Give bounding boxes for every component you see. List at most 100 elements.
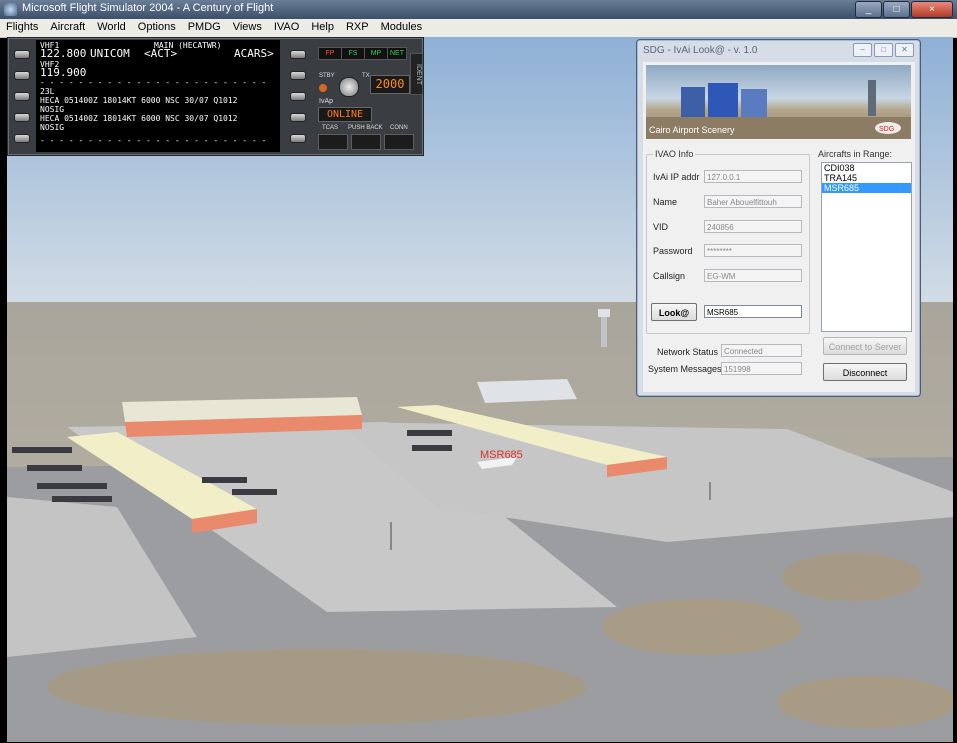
menu-options[interactable]: Options [132, 19, 182, 37]
ip-field[interactable]: 127.0.0.1 [704, 170, 802, 183]
vhf2-frequency: 119.900 [40, 66, 87, 79]
gate-bridge [37, 483, 107, 489]
ident-button[interactable]: IDENT [410, 53, 423, 95]
sand-patch-2 [602, 599, 802, 655]
connect-server-button[interactable]: Connect to Server [823, 337, 907, 355]
menu-aircraft[interactable]: Aircraft [44, 19, 91, 37]
metar-line-1: HECA 051400Z 18014KT 6000 NSC 30/07 Q101… [40, 96, 238, 105]
minimize-button[interactable]: _ [855, 1, 882, 18]
aircraft-list[interactable]: CDI038 TRA145 MSR685 [821, 162, 912, 332]
menu-modules[interactable]: Modules [375, 19, 429, 37]
pushback-label: PUSH BACK [348, 125, 383, 131]
dialog-minimize-button[interactable]: – [853, 43, 872, 57]
vid-label: VID [653, 222, 669, 232]
gate-bridge [232, 489, 277, 495]
banner-caption: Cairo Airport Scenery [649, 125, 735, 135]
line-select-key-r5[interactable] [290, 134, 306, 143]
menu-ivao[interactable]: IVAO [268, 19, 305, 37]
stby-led [319, 84, 327, 92]
aircraft-list-item[interactable]: TRA145 [822, 173, 911, 183]
separator: - - - - - - - - - - - - - - - - - - - - … [40, 136, 267, 145]
online-status: ONLINE [318, 107, 372, 122]
system-messages-label: System Messages [648, 364, 722, 374]
mp-indicator[interactable]: MP [364, 47, 388, 60]
menu-rxp[interactable]: RXP [340, 19, 375, 37]
banner-logo-text: SDG [879, 126, 894, 133]
look-callsign-field[interactable]: MSR685 [704, 305, 802, 318]
banner-building [681, 87, 705, 117]
light-post [709, 482, 711, 500]
window-titlebar[interactable]: Microsoft Flight Simulator 2004 - A Cent… [0, 0, 957, 19]
vid-field[interactable]: 240856 [704, 220, 802, 233]
name-label: Name [653, 197, 678, 207]
dialog-maximize-button[interactable]: □ [874, 43, 893, 57]
sand-patch-4 [777, 676, 953, 728]
conn-button[interactable] [384, 134, 414, 150]
look-button[interactable]: Look@ [651, 303, 697, 321]
aircraft-list-item[interactable]: CDI038 [822, 163, 911, 173]
net-indicator[interactable]: NET [387, 47, 407, 60]
tx-label: TX [362, 73, 370, 79]
metar-line-2: HECA 051400Z 18014KT 6000 NSC 30/07 Q101… [40, 114, 238, 123]
sand-patch-1 [47, 649, 587, 725]
gate-bridge [412, 445, 452, 451]
menu-world[interactable]: World [91, 19, 132, 37]
metar-nosig-2: NOSIG [40, 123, 65, 132]
callsign-label: Callsign [653, 271, 686, 281]
gate-bridge [202, 477, 247, 483]
line-select-key-l5[interactable] [14, 134, 30, 143]
network-status-label: Network Status [657, 347, 719, 357]
menu-flights[interactable]: Flights [0, 19, 44, 37]
banner-building [741, 89, 767, 117]
transponder-knob[interactable] [339, 77, 359, 97]
vhf1-frequency: 122.800 [40, 47, 87, 60]
dialog-title: SDG - IvAi Look@ - v. 1.0 [643, 45, 758, 56]
line-select-key-l2[interactable] [14, 71, 30, 80]
line-select-key-r3[interactable] [290, 92, 306, 101]
stby-label: STBY [319, 73, 335, 79]
ivap-label: IvAp [319, 98, 334, 105]
line-select-key-r1[interactable] [290, 50, 306, 59]
fs-indicator[interactable]: FS [341, 47, 365, 60]
disconnect-button[interactable]: Disconnect [823, 363, 907, 381]
gate-bridge [12, 447, 72, 453]
line-select-key-r4[interactable] [290, 113, 306, 122]
ivai-look-dialog: SDG - IvAi Look@ - v. 1.0 – □ ✕ SDG Cair… [636, 39, 921, 397]
line-select-key-l1[interactable] [14, 50, 30, 59]
gate-bridge [407, 430, 452, 436]
squawk-display: 2000 [370, 75, 410, 94]
callsign-field[interactable]: EG-WM [704, 269, 802, 282]
control-tower-cab [598, 309, 610, 317]
line-select-key-l3[interactable] [14, 92, 30, 101]
tcas-label: TCAS [322, 125, 339, 131]
unicom-label: UNICOM [90, 47, 130, 60]
password-field[interactable]: ******** [704, 244, 802, 257]
menu-bar: Flights Aircraft World Options PMDG View… [0, 19, 957, 38]
line-select-key-r2[interactable] [290, 71, 306, 80]
line-select-key-l4[interactable] [14, 113, 30, 122]
close-button[interactable]: × [911, 1, 953, 18]
sand-patch-3 [782, 553, 922, 601]
aircraft-list-item-selected[interactable]: MSR685 [822, 183, 911, 193]
separator: - - - - - - - - - - - - - - - - - - - - … [40, 78, 267, 87]
name-field[interactable]: Baher Abouelfittouh [704, 195, 802, 208]
control-tower [601, 315, 607, 347]
acars-screen: VHF1 MAIN (HECATWR) 122.800 UNICOM <ACT>… [36, 40, 280, 152]
ip-label: IvAi IP addr [653, 172, 700, 182]
aircraft-in-range-label: Aircrafts in Range: [818, 149, 893, 159]
ivao-info-label: IVAO Info [653, 149, 696, 159]
menu-views[interactable]: Views [227, 19, 268, 37]
system-messages-field: 151998 [721, 362, 802, 375]
fp-indicator[interactable]: FP [318, 47, 342, 60]
tcas-button[interactable] [318, 134, 348, 150]
pushback-button[interactable] [351, 134, 381, 150]
network-status-field: Connected [721, 344, 802, 357]
conn-label: CONN [390, 125, 408, 131]
light-post [390, 522, 392, 550]
maximize-button[interactable]: □ [883, 1, 910, 18]
dialog-client: SDG Cairo Airport Scenery IVAO Info IvAi… [643, 62, 915, 392]
menu-help[interactable]: Help [305, 19, 340, 37]
menu-pmdg[interactable]: PMDG [182, 19, 227, 37]
banner-building [708, 83, 738, 117]
dialog-close-button[interactable]: ✕ [895, 43, 914, 57]
